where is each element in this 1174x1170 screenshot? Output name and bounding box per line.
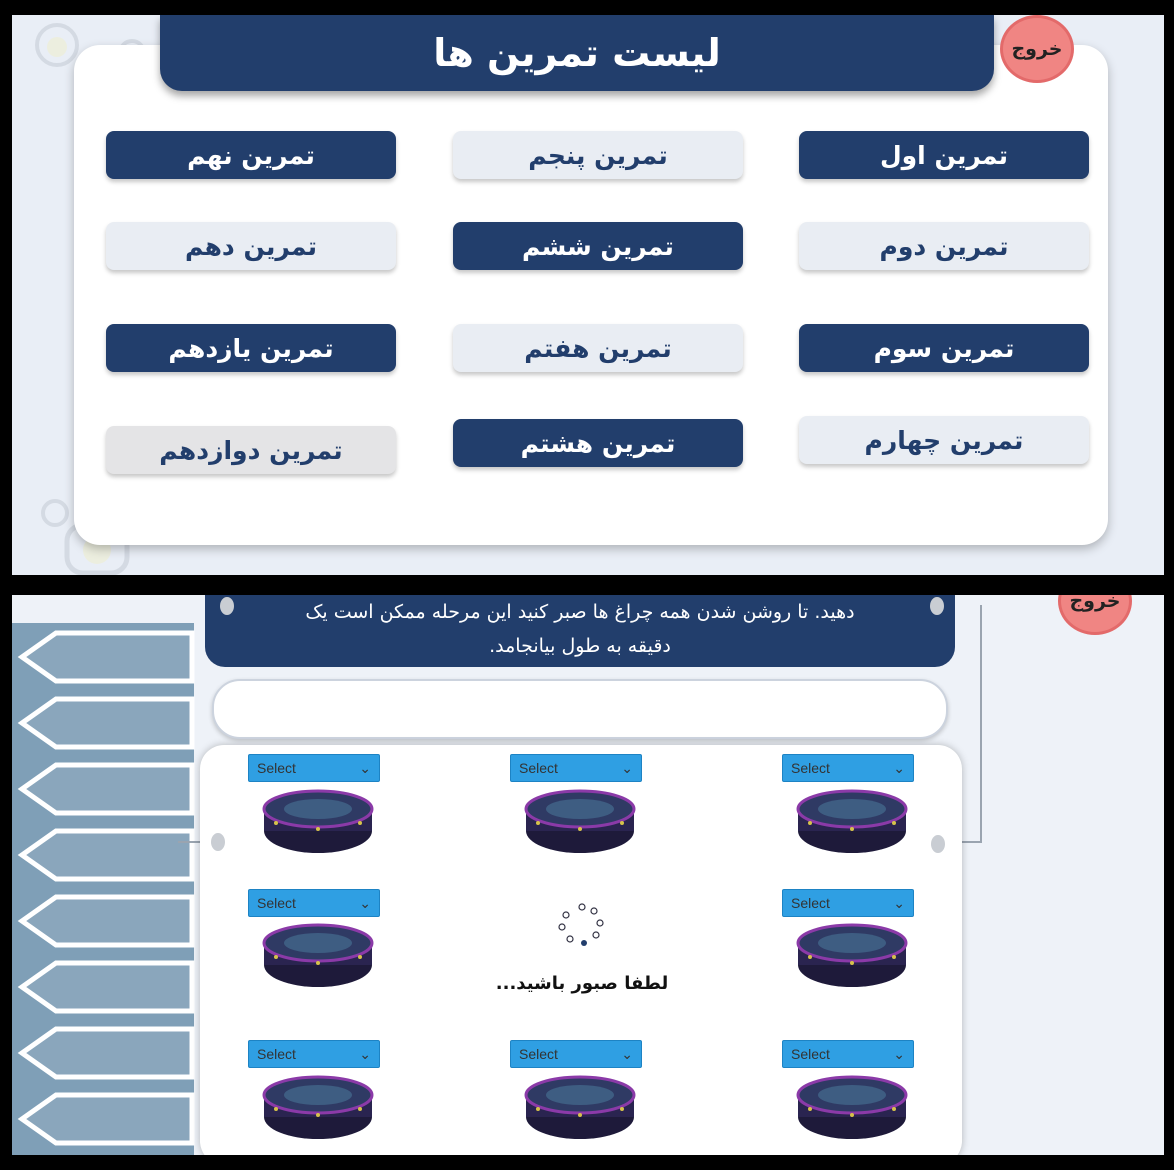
page-title: لیست تمرین ها (160, 15, 994, 91)
drum-icon[interactable] (796, 1075, 908, 1141)
exercise-button-2[interactable]: تمرین دوم (799, 222, 1089, 270)
exercise-list-screen: لیست تمرین ها خروج تمرین اول تمرین دوم ت… (12, 15, 1164, 575)
sidebar-strip (12, 623, 196, 1155)
instruction-line-1: دهید. تا روشن شدن همه چراغ ها صبر کنید ا… (305, 601, 855, 623)
exercise-button-9[interactable]: تمرین نهم (106, 131, 396, 179)
select-dropdown[interactable]: Select ⌄ (510, 754, 642, 782)
rivet-dot (211, 833, 225, 851)
exercise-button-5[interactable]: تمرین پنجم (453, 131, 743, 179)
exercise-button-7[interactable]: تمرین هفتم (453, 324, 743, 372)
arrow-tab-6[interactable] (16, 959, 196, 1015)
select-dropdown[interactable]: Select ⌄ (248, 754, 380, 782)
arrow-tab-5[interactable] (16, 893, 196, 949)
rivet-dot (931, 835, 945, 853)
exercise-button-1[interactable]: تمرین اول (799, 131, 1089, 179)
exercise-button-6[interactable]: تمرین ششم (453, 222, 743, 270)
drum-icon[interactable] (262, 789, 374, 855)
arrow-tab-4[interactable] (16, 827, 196, 883)
select-label: Select (257, 760, 296, 776)
arrow-tab-1[interactable] (16, 629, 196, 685)
select-dropdown[interactable]: Select ⌄ (782, 889, 914, 917)
arrow-tab-8[interactable] (16, 1091, 196, 1147)
loading-message: لطفا صبور باشید... (495, 973, 669, 994)
drum-icon[interactable] (796, 923, 908, 989)
rivet-dot (220, 597, 234, 615)
drum-icon[interactable] (796, 789, 908, 855)
loading-spinner-icon (558, 903, 604, 946)
exit-button[interactable]: خروج (1058, 595, 1132, 635)
exit-button[interactable]: خروج (1000, 15, 1074, 83)
chevron-down-icon: ⌄ (893, 759, 905, 776)
exercise-game-screen: دهید. تا روشن شدن همه چراغ ها صبر کنید ا… (12, 595, 1164, 1155)
chevron-down-icon: ⌄ (893, 894, 905, 911)
chevron-down-icon: ⌄ (359, 894, 371, 911)
select-dropdown[interactable]: Select ⌄ (248, 1040, 380, 1068)
arrow-tab-7[interactable] (16, 1025, 196, 1081)
select-label: Select (257, 895, 296, 911)
instruction-box: دهید. تا روشن شدن همه چراغ ها صبر کنید ا… (205, 595, 955, 667)
arrow-tab-2[interactable] (16, 695, 196, 751)
chevron-down-icon: ⌄ (621, 1045, 633, 1062)
arrow-tab-3[interactable] (16, 761, 196, 817)
connector-line (980, 605, 982, 841)
select-label: Select (519, 1046, 558, 1062)
exercise-button-3[interactable]: تمرین سوم (799, 324, 1089, 372)
select-dropdown[interactable]: Select ⌄ (510, 1040, 642, 1068)
exercise-button-11[interactable]: تمرین یازدهم (106, 324, 396, 372)
select-label: Select (791, 895, 830, 911)
answer-input[interactable] (212, 679, 948, 739)
select-label: Select (519, 760, 558, 776)
exercise-button-8[interactable]: تمرین هشتم (453, 419, 743, 467)
select-dropdown[interactable]: Select ⌄ (782, 754, 914, 782)
select-label: Select (791, 1046, 830, 1062)
drum-icon[interactable] (262, 923, 374, 989)
exercise-button-12[interactable]: تمرین دوازدهم (106, 426, 396, 474)
drum-icon[interactable] (262, 1075, 374, 1141)
select-label: Select (791, 760, 830, 776)
drum-icon[interactable] (524, 1075, 636, 1141)
chevron-down-icon: ⌄ (359, 1045, 371, 1062)
exercise-button-4[interactable]: تمرین چهارم (799, 416, 1089, 464)
chevron-down-icon: ⌄ (359, 759, 371, 776)
select-dropdown[interactable]: Select ⌄ (248, 889, 380, 917)
rivet-dot (930, 597, 944, 615)
select-label: Select (257, 1046, 296, 1062)
exercise-button-10[interactable]: تمرین دهم (106, 222, 396, 270)
instruction-line-2: دقیقه به طول بیانجامد. (489, 635, 671, 657)
select-dropdown[interactable]: Select ⌄ (782, 1040, 914, 1068)
chevron-down-icon: ⌄ (621, 759, 633, 776)
chevron-down-icon: ⌄ (893, 1045, 905, 1062)
drum-icon[interactable] (524, 789, 636, 855)
